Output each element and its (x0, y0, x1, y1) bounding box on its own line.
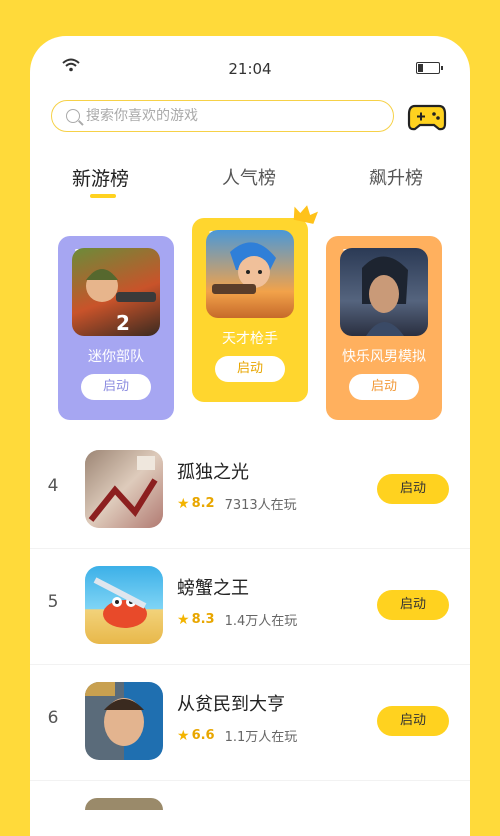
tab-popular[interactable]: 人气榜 (222, 164, 276, 190)
game-title: 孤独之光 (177, 462, 249, 483)
player-count: 1.1万人在玩 (224, 730, 298, 745)
star-icon: ★ (177, 727, 190, 744)
rank-number: 5 (47, 592, 59, 612)
game-name: 天才枪手 (222, 331, 278, 347)
game-thumbnail (206, 230, 294, 318)
game-icon (85, 682, 163, 760)
game-meta: ★ 6.6 1.1万人在玩 (177, 726, 298, 746)
svg-text:2: 2 (116, 311, 130, 335)
battery-icon (416, 62, 443, 74)
crown-icon (293, 205, 318, 224)
game-rating: 6.6 (191, 728, 215, 743)
game-title: 从贫民到大亨 (177, 694, 285, 715)
status-time: 21:04 (228, 60, 272, 78)
game-name: 迷你部队 (88, 349, 144, 365)
status-bar: 21:04 (30, 36, 470, 96)
launch-button[interactable]: 启动 (377, 590, 449, 620)
tab-new-games[interactable]: 新游榜 (72, 164, 129, 191)
list-item[interactable]: 4 孤独之光 ★ 8.2 7313人在玩 启动 (30, 432, 470, 549)
next-list-item-icon-peek (85, 798, 163, 810)
top-card-3[interactable]: 3 快乐风男模拟 启动 (326, 236, 442, 420)
game-title: 螃蟹之王 (177, 578, 249, 599)
game-meta: ★ 8.2 7313人在玩 (177, 494, 297, 514)
search-icon (66, 109, 80, 123)
rank-number: 6 (47, 708, 59, 728)
launch-button[interactable]: 启动 (377, 474, 449, 504)
app-screen: 21:04 新游榜 人气榜 飙升榜 2 2 迷你部队 启动 (30, 36, 470, 836)
launch-button[interactable]: 启动 (215, 356, 285, 382)
game-rating: 8.3 (191, 612, 215, 627)
top-card-1[interactable]: 1 天才枪手 启动 (192, 218, 308, 402)
top-card-2[interactable]: 2 2 迷你部队 启动 (58, 236, 174, 420)
search-bar[interactable] (51, 100, 394, 132)
active-tab-indicator (90, 194, 116, 198)
game-thumbnail: 2 (72, 248, 160, 336)
gamepad-icon[interactable] (407, 102, 447, 132)
player-count: 7313人在玩 (224, 498, 297, 513)
player-count: 1.4万人在玩 (224, 614, 298, 629)
game-icon (85, 450, 163, 528)
list-item[interactable]: 6 从贫民到大亨 ★ 6.6 1.1万人在玩 启动 (30, 664, 470, 781)
game-meta: ★ 8.3 1.4万人在玩 (177, 610, 298, 630)
star-icon: ★ (177, 495, 190, 512)
star-icon: ★ (177, 611, 190, 628)
list-item[interactable]: 5 螃蟹之王 ★ 8.3 1.4万人在玩 启动 (30, 548, 470, 665)
game-icon (85, 566, 163, 644)
game-thumbnail (340, 248, 428, 336)
launch-button[interactable]: 启动 (349, 374, 419, 400)
tab-rising[interactable]: 飙升榜 (369, 164, 423, 190)
launch-button[interactable]: 启动 (81, 374, 151, 400)
game-name: 快乐风男模拟 (342, 349, 426, 365)
search-input[interactable] (86, 108, 336, 124)
rank-number: 4 (47, 476, 59, 496)
launch-button[interactable]: 启动 (377, 706, 449, 736)
ranking-tabs: 新游榜 人气榜 飙升榜 (30, 160, 470, 200)
game-rating: 8.2 (191, 496, 215, 511)
